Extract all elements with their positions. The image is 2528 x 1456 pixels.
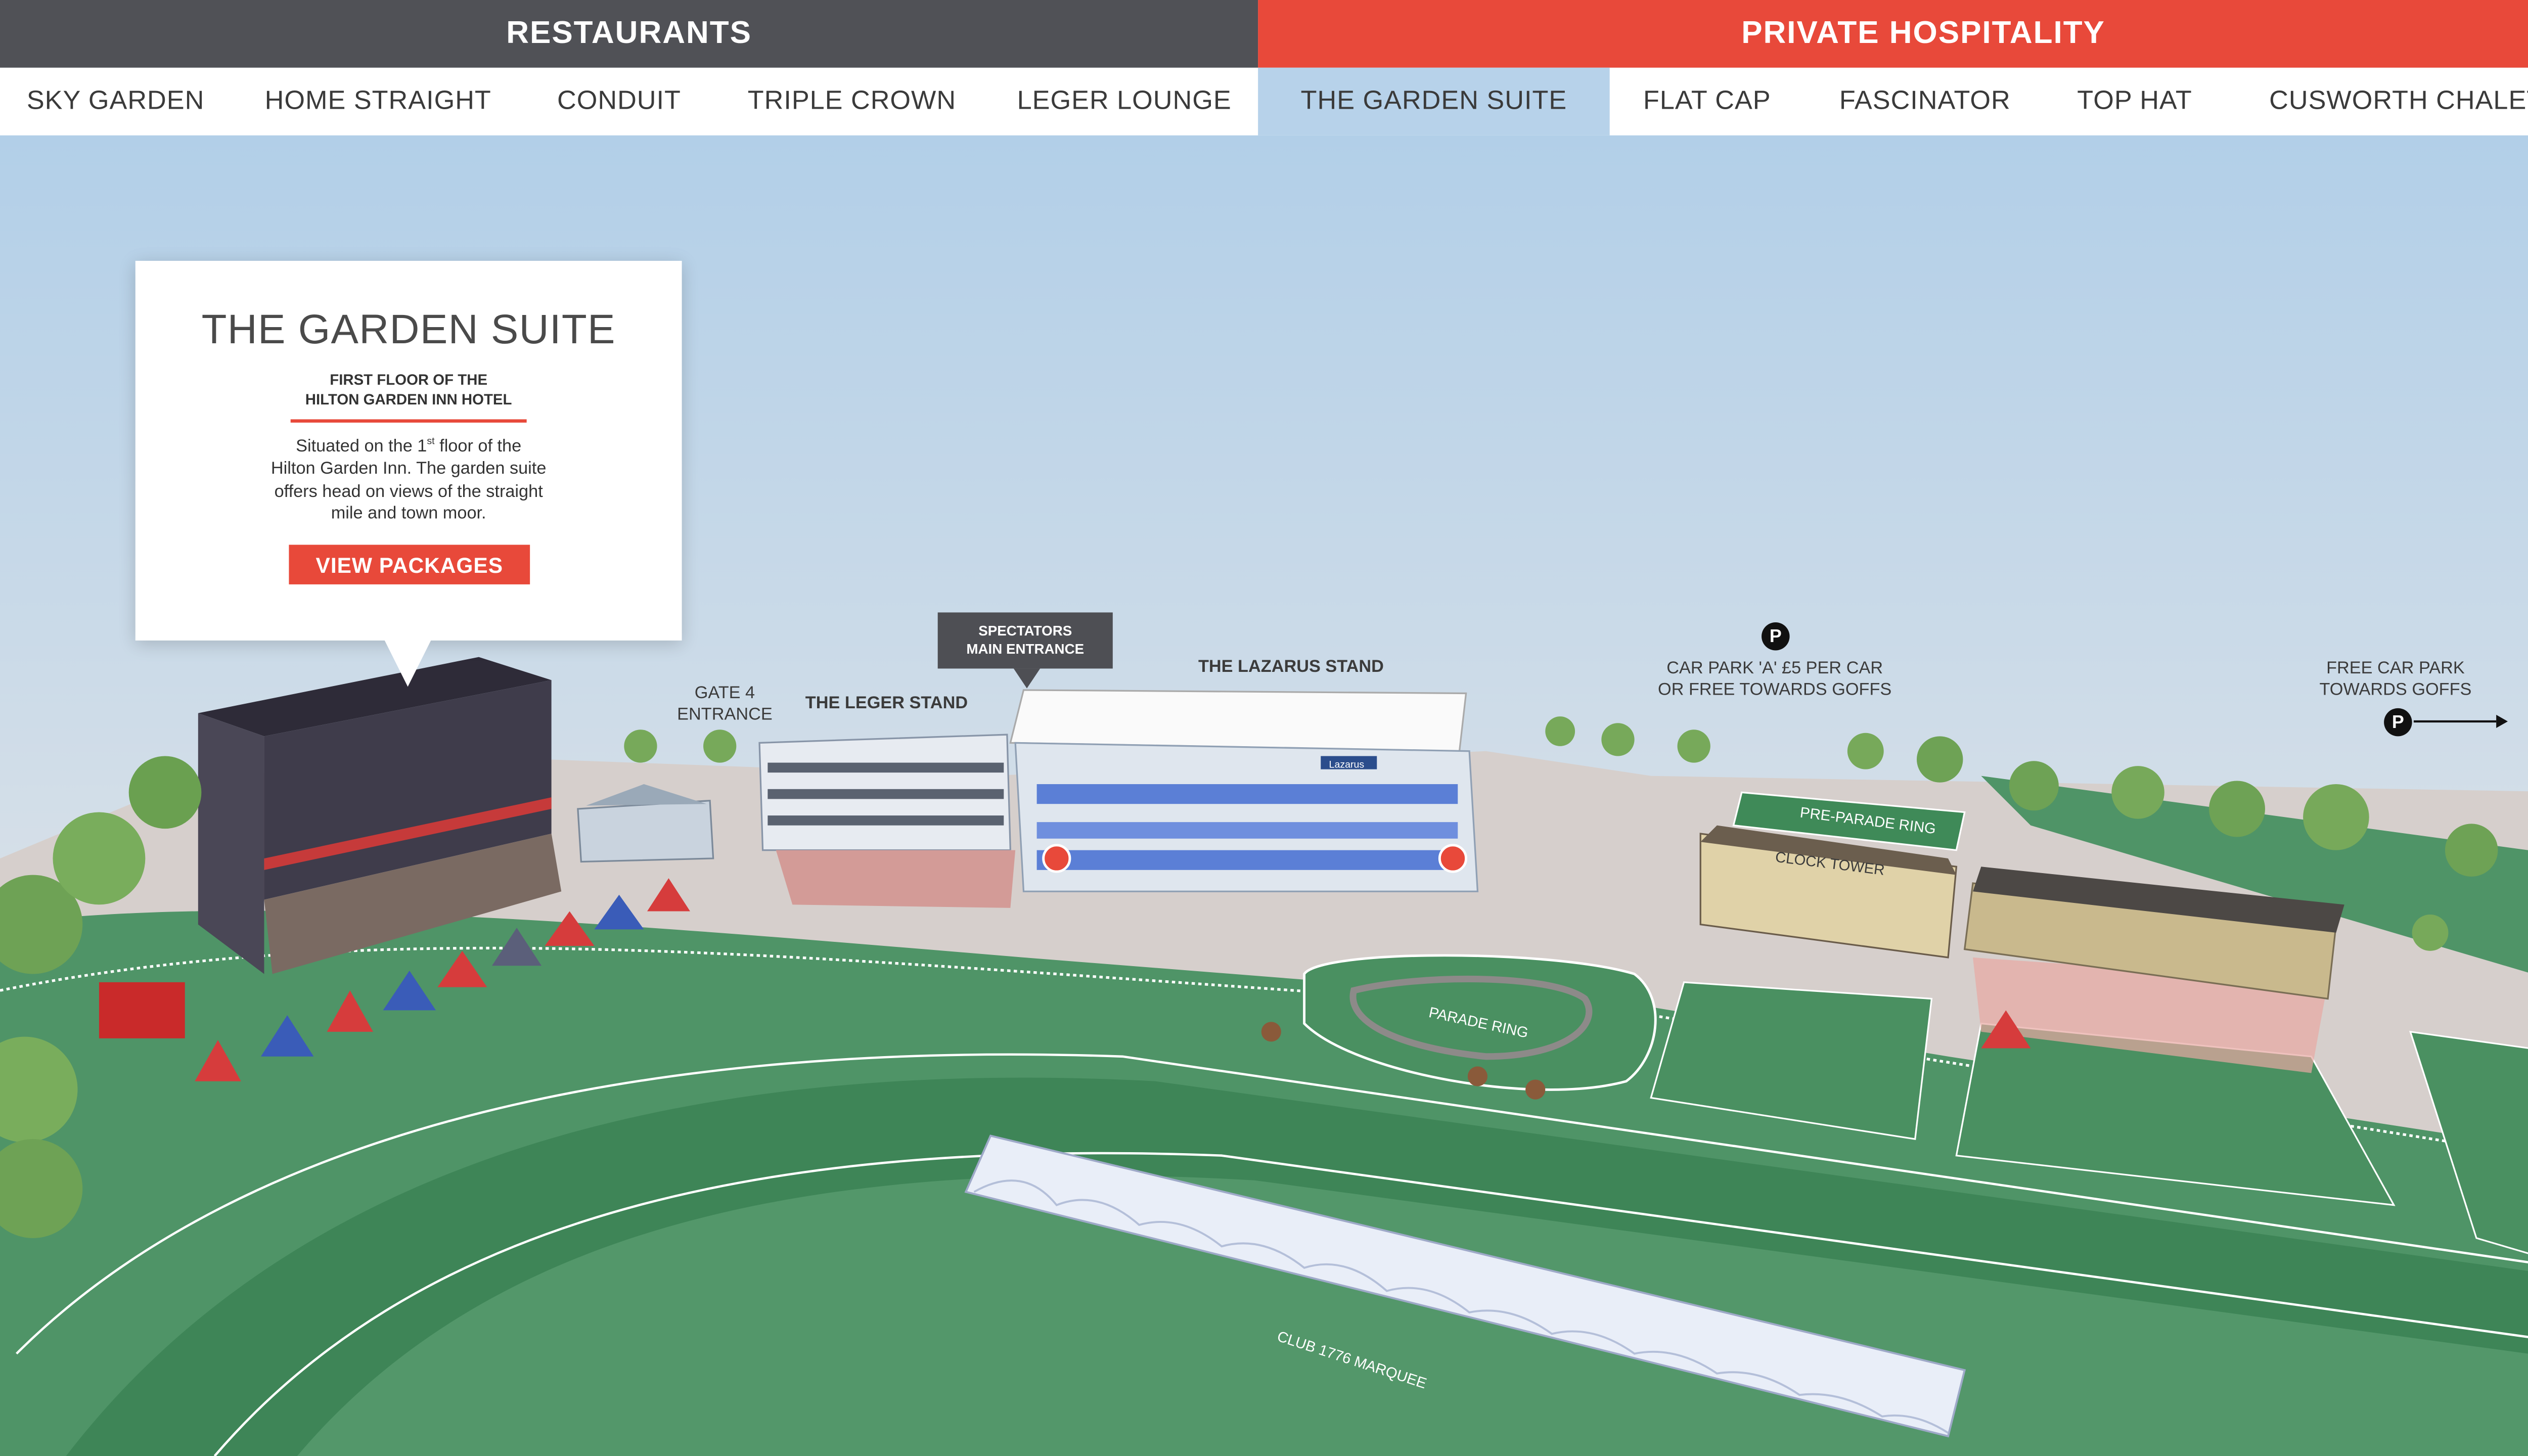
tree xyxy=(624,730,657,763)
card-desc-line-1-post: floor of the xyxy=(434,436,522,457)
horse-group xyxy=(1261,1022,1281,1042)
racecourse-map: PRE-PARADE RING CLOCK TOWER PARADE RING … xyxy=(0,135,2528,1456)
card-description: Situated on the 1st floor of the Hilton … xyxy=(238,433,579,526)
horse-group xyxy=(1467,1066,1488,1086)
gate4-building xyxy=(577,799,714,863)
gate4-entrance-label: GATE 4 ENTRANCE xyxy=(665,684,784,726)
card-desc-line-1-pre: Situated on the 1 xyxy=(296,436,427,457)
accessibility-icon xyxy=(1438,844,1468,873)
tab-top-hat[interactable]: TOP HAT xyxy=(2046,68,2224,135)
tree xyxy=(2412,914,2449,951)
leger-stand-floor-2 xyxy=(768,789,1004,799)
free-car-park-label: FREE CAR PARK TOWARDS GOFFS xyxy=(2305,659,2486,702)
lazarus-stand-seats-3 xyxy=(1036,850,1458,870)
tab-cusworth-chalet[interactable]: CUSWORTH CHALET xyxy=(2224,68,2528,135)
main-entrance-marker: SPECTATORS MAIN ENTRANCE xyxy=(937,612,1113,669)
tree xyxy=(703,730,737,763)
car-park-a-label: CAR PARK 'A' £5 PER CAR OR FREE TOWARDS … xyxy=(1643,659,1907,702)
gate4-line-2: ENTRANCE xyxy=(677,705,773,725)
leger-stand-floor-3 xyxy=(768,815,1004,826)
card-title: THE GARDEN SUITE xyxy=(201,307,616,353)
car-park-a-line-2: OR FREE TOWARDS GOFFS xyxy=(1658,680,1892,700)
tab-leger-lounge[interactable]: LEGER LOUNGE xyxy=(990,68,1258,135)
red-bus xyxy=(99,982,185,1038)
lazarus-stand-label: THE LAZARUS STAND xyxy=(1198,657,1384,677)
lazarus-stand-roof xyxy=(1009,689,1467,752)
tab-sky-garden[interactable]: SKY GARDEN xyxy=(0,68,231,135)
leger-stand-floor-1 xyxy=(768,762,1004,773)
tree xyxy=(2303,784,2369,850)
main-entrance-pointer xyxy=(1013,668,1041,689)
tree xyxy=(1847,733,1884,769)
lazarus-stand-seats-2 xyxy=(1036,822,1458,839)
leger-terrace xyxy=(776,850,1016,908)
lazarus-stand-seats-1 xyxy=(1036,784,1458,804)
card-desc-line-3: offers head on views of the straight xyxy=(274,481,543,502)
parking-icon: P xyxy=(2384,708,2412,737)
restaurants-tab-bar: SKY GARDEN HOME STRAIGHT CONDUIT TRIPLE … xyxy=(0,67,1258,135)
leger-stand-label: THE LEGER STAND xyxy=(805,693,968,713)
accessibility-icon xyxy=(1042,844,1071,873)
tree xyxy=(1917,736,1963,783)
venue-info-card: THE GARDEN SUITE FIRST FLOOR OF THE HILT… xyxy=(135,260,682,641)
tab-triple-crown[interactable]: TRIPLE CROWN xyxy=(713,68,991,135)
tree xyxy=(1677,730,1710,763)
hospitality-tab-bar: THE GARDEN SUITE FLAT CAP FASCINATOR TOP… xyxy=(1258,67,2528,135)
category-restaurants[interactable]: RESTAURANTS xyxy=(0,0,1258,68)
card-subtitle-line-2: HILTON GARDEN INN HOTEL xyxy=(305,391,512,408)
main-entrance-line-2: MAIN ENTRANCE xyxy=(966,640,1085,657)
card-divider xyxy=(290,419,527,422)
tree xyxy=(2111,766,2164,819)
free-car-park-line-1: FREE CAR PARK xyxy=(2326,658,2465,679)
card-pointer xyxy=(383,637,433,687)
card-desc-line-1-sup: st xyxy=(427,437,435,447)
card-subtitle-line-1: FIRST FLOOR OF THE xyxy=(330,371,488,388)
tree xyxy=(1601,723,1635,756)
view-packages-button[interactable]: VIEW PACKAGES xyxy=(289,544,530,584)
card-desc-line-1: Situated on the 1st floor of the xyxy=(238,433,579,459)
tab-flat-cap[interactable]: FLAT CAP xyxy=(1610,68,1804,135)
gate4-line-1: GATE 4 xyxy=(694,683,755,704)
main-entrance-line-1: SPECTATORS xyxy=(978,622,1072,639)
parking-icon: P xyxy=(1762,622,1790,651)
lazarus-sign: Lazarus xyxy=(1329,759,1365,770)
tree xyxy=(1545,716,1575,746)
tab-home-straight[interactable]: HOME STRAIGHT xyxy=(231,68,525,135)
card-desc-line-2: Hilton Garden Inn. The garden suite xyxy=(270,459,547,479)
free-car-park-line-2: TOWARDS GOFFS xyxy=(2319,680,2472,700)
horse-group xyxy=(1525,1079,1546,1100)
card-desc-line-4: mile and town moor. xyxy=(331,503,486,524)
tree xyxy=(2208,781,2266,837)
tab-fascinator[interactable]: FASCINATOR xyxy=(1804,68,2046,135)
tree xyxy=(53,812,146,905)
tree xyxy=(2445,824,2498,877)
tab-the-garden-suite[interactable]: THE GARDEN SUITE xyxy=(1258,67,1610,135)
car-park-a-line-1: CAR PARK 'A' £5 PER CAR xyxy=(1666,658,1883,679)
tab-conduit[interactable]: CONDUIT xyxy=(525,68,713,135)
tree xyxy=(128,756,202,829)
category-private-hospitality[interactable]: PRIVATE HOSPITALITY xyxy=(1258,0,2528,68)
tree xyxy=(2009,761,2059,811)
